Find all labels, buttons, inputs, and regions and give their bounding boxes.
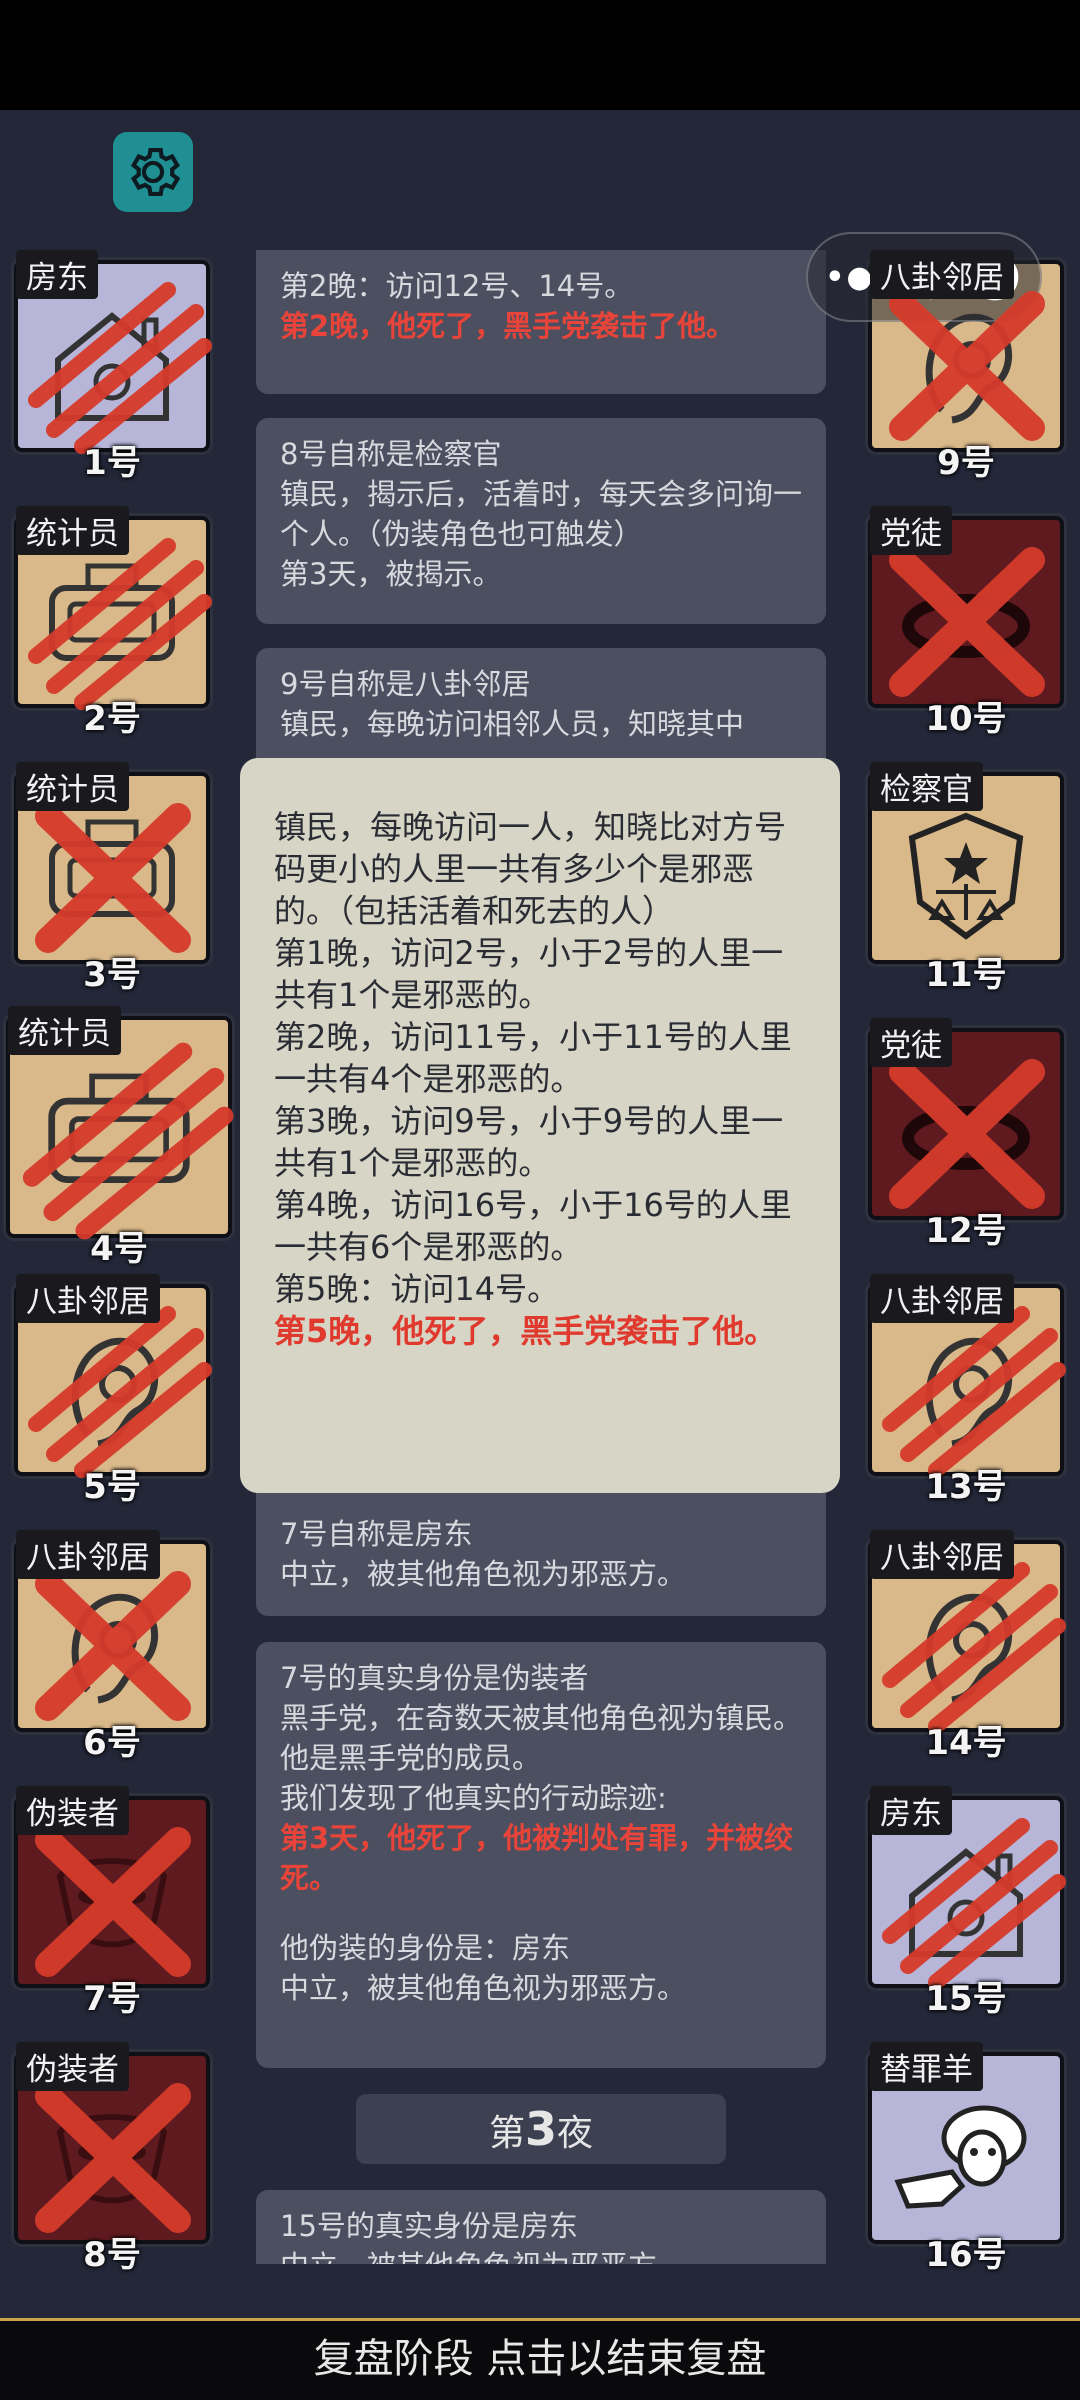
popup-night-5: 第5晚：访问14号。 — [274, 1270, 560, 1308]
player-card-14号[interactable]: 八卦邻居 14号 — [862, 1530, 1070, 1763]
player-number: 13号 — [925, 1467, 1007, 1507]
night-prefix: 第 — [488, 2113, 525, 2154]
log-text: 镇民，揭示后，活着时，每天会多问询一个人。（伪装角色也可触发） — [280, 477, 803, 551]
player-number: 11号 — [925, 955, 1007, 995]
settings-button[interactable] — [113, 132, 193, 212]
role-label: 替罪羊 — [870, 2042, 983, 2091]
log-message-4: 7号自称是房东 中立，被其他角色视为邪恶方。 — [256, 1480, 826, 1616]
player-card-6号[interactable]: 八卦邻居 6号 — [8, 1530, 216, 1763]
player-card-11号[interactable]: 检察官 11号 — [862, 762, 1070, 995]
role-label: 统计员 — [8, 1006, 121, 1055]
night-label: 第3夜 — [356, 2094, 726, 2164]
log-text: 第3天，被揭示。 — [280, 557, 502, 591]
player-card-9号[interactable]: 八卦邻居 9号 — [862, 250, 1070, 483]
log-title: 15号的真实身份是房东 — [280, 2209, 578, 2243]
role-label: 房东 — [16, 250, 98, 299]
player-card-2号[interactable]: 统计员 2号 — [8, 506, 216, 739]
gear-icon — [130, 147, 181, 197]
role-label: 房东 — [870, 1786, 952, 1835]
log-text: 黑手党，在奇数天被其他角色视为镇民。 — [280, 1701, 803, 1735]
role-label: 八卦邻居 — [870, 250, 1014, 299]
role-label: 党徒 — [870, 1018, 952, 1067]
log-title: 7号的真实身份是伪装者 — [280, 1661, 589, 1695]
player-card-5号[interactable]: 八卦邻居 5号 — [8, 1274, 216, 1507]
role-label: 检察官 — [870, 762, 983, 811]
player-card-3号[interactable]: 统计员 3号 — [8, 762, 216, 995]
role-label: 八卦邻居 — [16, 1530, 160, 1579]
player-number: 16号 — [925, 2235, 1007, 2275]
player-number: 4号 — [90, 1229, 148, 1269]
log-message-6: 15号的真实身份是房东 中立，被其他角色视为邪恶方。 — [256, 2190, 826, 2264]
log-text: 他是黑手党的成员。 — [280, 1741, 542, 1775]
log-title: 7号自称是房东 — [280, 1517, 473, 1551]
log-text: 中立，被其他角色视为邪恶方。 — [280, 1971, 687, 2005]
end-review-button[interactable]: 复盘阶段 点击以结束复盘 — [0, 2318, 1080, 2400]
log-text: 他伪装的身份是：房东 — [280, 1931, 571, 1965]
role-label: 伪装者 — [16, 2042, 129, 2091]
log-death-text: 第3天，他死了，他被判处有罪，并被绞死。 — [280, 1821, 794, 1895]
log-text: 我们发现了他真实的行动踪迹: — [280, 1781, 667, 1815]
log-death-text: 第2晚，他死了，黑手党袭击了他。 — [280, 309, 736, 343]
log-text: 中立，被其他角色视为邪恶方。 — [280, 2246, 802, 2264]
popup-night-2: 第2晚，访问11号，小于11号的人里一共有4个是邪恶的。 — [274, 1018, 792, 1098]
log-text: 第2晚：访问12号、14号。 — [280, 269, 634, 303]
player-number: 15号 — [925, 1979, 1007, 2019]
player-card-15号[interactable]: 房东 15号 — [862, 1786, 1070, 2019]
player-number: 7号 — [83, 1979, 141, 2019]
log-message-1: 第2晚：访问12号、14号。 第2晚，他死了，黑手党袭击了他。 — [256, 250, 826, 394]
log-title: 9号自称是八卦邻居 — [280, 667, 531, 701]
role-label: 八卦邻居 — [870, 1530, 1014, 1579]
role-label: 统计员 — [16, 506, 129, 555]
player-card-7号[interactable]: 伪装者 7号 — [8, 1786, 216, 2019]
log-message-2: 8号自称是检察官 镇民，揭示后，活着时，每天会多问询一个人。（伪装角色也可触发）… — [256, 418, 826, 624]
popup-night-1: 第1晚，访问2号，小于2号的人里一共有1个是邪恶的。 — [274, 934, 784, 1014]
popup-night-3: 第3晚，访问9号，小于9号的人里一共有1个是邪恶的。 — [274, 1102, 784, 1182]
player-number: 2号 — [83, 699, 141, 739]
night-suffix: 夜 — [557, 2113, 594, 2154]
player-number: 12号 — [925, 1211, 1007, 1251]
popup-description: 镇民，每晚访问一人，知晓比对方号码更小的人里一共有多少个是邪恶的。（包括活着和死… — [274, 808, 787, 930]
badge-icon — [908, 812, 1024, 940]
status-bar — [0, 0, 1080, 110]
role-label: 八卦邻居 — [16, 1274, 160, 1323]
log-text: 中立，被其他角色视为邪恶方。 — [280, 1557, 687, 1591]
player-card-1号[interactable]: 房东 1号 — [8, 250, 216, 483]
role-label: 伪装者 — [16, 1786, 129, 1835]
player-number: 1号 — [83, 443, 141, 483]
log-text: 镇民，每晚访问相邻人员，知晓其中 — [280, 707, 745, 741]
player-card-16号[interactable]: 替罪羊 16号 — [862, 2042, 1070, 2275]
role-label: 统计员 — [16, 762, 129, 811]
player-card-10号[interactable]: 党徒 10号 — [862, 506, 1070, 739]
popup-night-4: 第4晚，访问16号，小于16号的人里一共有6个是邪恶的。 — [274, 1186, 792, 1266]
player-card-12号[interactable]: 党徒 12号 — [862, 1018, 1070, 1251]
player-number: 5号 — [83, 1467, 141, 1507]
log-title: 8号自称是检察官 — [280, 437, 502, 471]
player-number: 6号 — [83, 1723, 141, 1763]
player-number: 10号 — [925, 699, 1007, 739]
sheep-icon — [894, 2105, 1027, 2209]
player-number: 3号 — [83, 955, 141, 995]
role-label: 党徒 — [870, 506, 952, 555]
player-card-13号[interactable]: 八卦邻居 13号 — [862, 1274, 1070, 1507]
player-card-4号[interactable]: 统计员 4号 — [0, 1006, 238, 1269]
role-label: 八卦邻居 — [870, 1274, 1014, 1323]
player-number: 14号 — [925, 1723, 1007, 1763]
role-detail-popup[interactable]: 镇民，每晚访问一人，知晓比对方号码更小的人里一共有多少个是邪恶的。（包括活着和死… — [240, 758, 840, 1493]
player-card-8号[interactable]: 伪装者 8号 — [8, 2042, 216, 2275]
player-number: 9号 — [937, 443, 995, 483]
player-number: 8号 — [83, 2235, 141, 2275]
night-number: 3 — [524, 2102, 557, 2156]
log-message-5: 7号的真实身份是伪装者 黑手党，在奇数天被其他角色视为镇民。 他是黑手党的成员。… — [256, 1642, 826, 2068]
popup-death-text: 第5晚，他死了，黑手党袭击了他。 — [274, 1312, 777, 1350]
